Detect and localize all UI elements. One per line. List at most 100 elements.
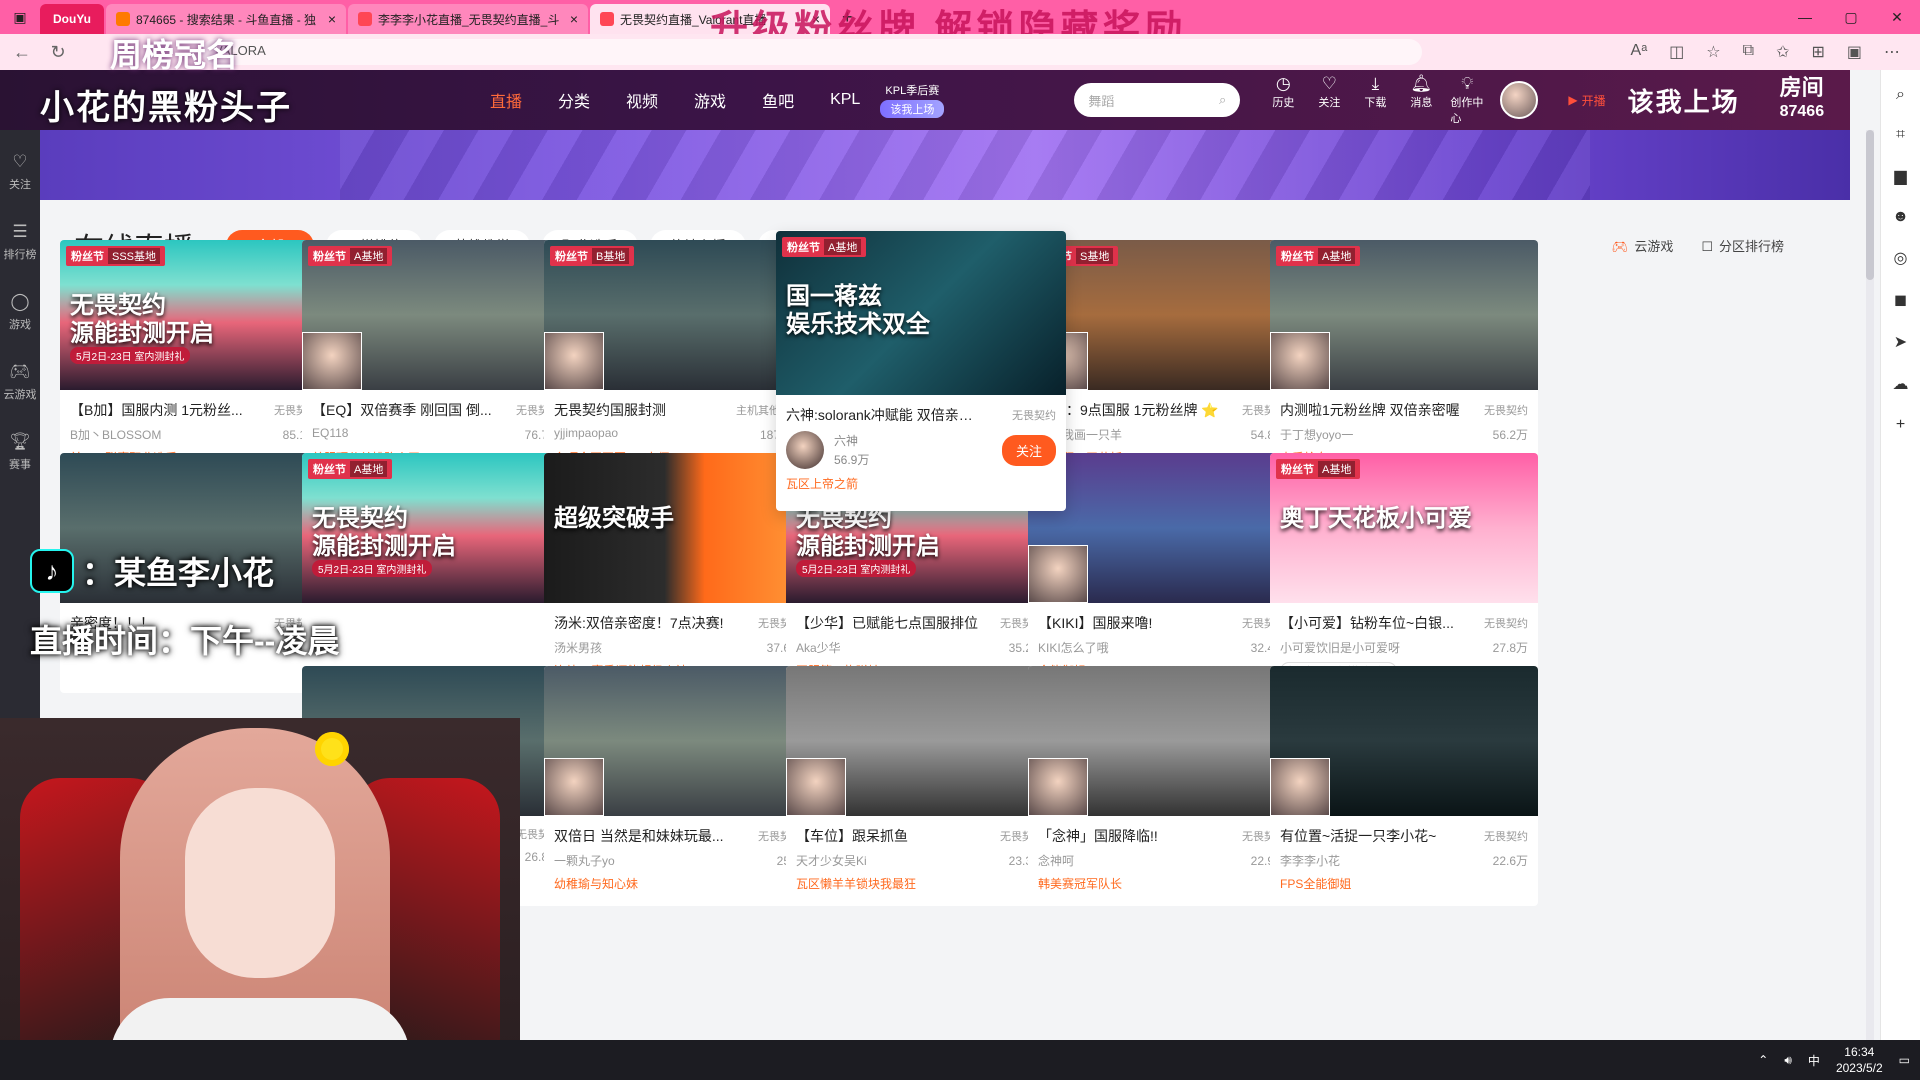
sidebar-item-games[interactable]: ◯ 游戏 [9, 292, 31, 332]
stream-card[interactable]: 【车位】跟呆抓鱼 无畏契约 天才少女吴Ki 23.3万 瓦区懒羊羊锁块我最狂 [786, 666, 1054, 906]
message-button[interactable]: 🔔︎ 消息 [1404, 74, 1438, 126]
favorites-icon[interactable]: ✩ [1776, 42, 1789, 62]
office-icon[interactable]: ◼ [1894, 290, 1907, 310]
streamer-name[interactable]: 于丁想yoyo一 [1280, 426, 1353, 443]
search-input[interactable]: 舞蹈 ⌕ [1074, 83, 1241, 117]
read-aloud-icon[interactable]: Aᵃ [1631, 42, 1648, 62]
stream-title[interactable]: 汤米:双倍亲密度！7点决赛! [554, 613, 724, 633]
nav-live[interactable]: 直播 [490, 88, 522, 112]
stream-title[interactable]: 【B加】国服内测 1元粉丝... [70, 400, 243, 420]
circle-icon[interactable]: ◎ [1894, 248, 1908, 268]
stream-card[interactable]: 【KIKI】国服来噜!无畏契约KIKI怎么了哦32.4万全能御姐 [1028, 453, 1296, 693]
volume-icon[interactable]: 🔊︎ [1784, 1053, 1792, 1068]
stream-title[interactable]: 六神:solorank冲赋能 双倍亲密! [786, 405, 976, 425]
send-icon[interactable]: ➤ [1894, 332, 1907, 352]
screenshot-icon[interactable]: ▣ [1847, 42, 1862, 62]
tab-douyu[interactable]: DouYu [40, 4, 104, 34]
streamer-name[interactable]: 小可爱饮旧是小可爱呀 [1280, 639, 1400, 656]
streamer-name[interactable]: 天才少女吴Ki [796, 852, 867, 869]
stream-card[interactable]: 有位置~活捉一只李小花~ 无畏契约 李李李小花 22.6万 FPS全能御姐 [1270, 666, 1538, 906]
stream-title[interactable]: 无畏契约国服封测 [554, 400, 666, 420]
cloud-game-link[interactable]: 🎮︎ 云游戏 [1612, 236, 1674, 255]
back-icon[interactable]: ← [10, 42, 34, 63]
close-window-icon[interactable]: ✕ [1874, 0, 1920, 34]
history-button[interactable]: ◷ 历史 [1266, 74, 1300, 126]
url-field[interactable]: VALORA [202, 39, 1422, 65]
sidebar-item-rank[interactable]: ☰ 排行榜 [4, 222, 37, 262]
add-icon[interactable]: + [1896, 416, 1905, 434]
minimize-icon[interactable]: — [1782, 0, 1828, 34]
stream-thumbnail[interactable]: 粉丝节 A基地 国一蒋兹 娱乐技术双全 [776, 231, 1066, 395]
follow-button[interactable]: ♡ 关注 [1312, 74, 1346, 126]
stream-title[interactable]: 「念神」国服降临!! [1038, 826, 1158, 846]
stream-category[interactable]: 无畏契约 [1484, 402, 1528, 418]
clock[interactable]: 16:34 2023/5/2 [1836, 1044, 1883, 1076]
stream-thumbnail[interactable] [786, 666, 1054, 816]
stream-title[interactable]: 【少华】已赋能七点国服排位 [796, 613, 978, 633]
streamer-avatar[interactable] [786, 431, 824, 469]
nav-kpl[interactable]: KPL [830, 91, 860, 109]
refresh-icon[interactable]: ↻ [46, 42, 70, 63]
cloud-icon[interactable]: ☁ [1893, 374, 1909, 394]
streamer-name[interactable]: 李李李小花 [1280, 852, 1340, 869]
close-icon[interactable]: × [570, 11, 578, 27]
stream-title[interactable]: 【车位】跟呆抓鱼 [796, 826, 908, 846]
search-icon[interactable]: ⌕ [1896, 86, 1905, 104]
kpl-promo[interactable]: KPL季后赛 该我上场 [880, 82, 945, 118]
stream-thumbnail[interactable] [1028, 666, 1296, 816]
stream-thumbnail[interactable]: 粉丝节S基地 [1028, 240, 1296, 390]
stream-thumbnail[interactable] [544, 666, 812, 816]
stream-title[interactable]: 【EQ】双倍赛季 刚回国 倒... [312, 400, 492, 420]
sidebar-item-events[interactable]: 🏆︎ 赛事 [9, 432, 31, 472]
close-icon[interactable]: × [328, 11, 336, 27]
nav-category[interactable]: 分类 [558, 88, 590, 112]
streamer-name[interactable]: KIKI怎么了哦 [1038, 639, 1109, 656]
stream-title[interactable]: 内测啦1元粉丝牌 双倍亲密喔 [1280, 400, 1460, 420]
stream-thumbnail[interactable]: 粉丝节 A基地 [1270, 240, 1538, 390]
stream-title[interactable]: 【小可爱】钻粉车位~白银... [1280, 613, 1454, 633]
stream-card[interactable]: 粉丝节 A基地 奥丁天花板小可爱 【小可爱】钻粉车位~白银... 无畏契约 小可爱饮旧是小… [1270, 453, 1538, 693]
tag-icon[interactable]: ⌗ [1896, 126, 1905, 144]
stream-title[interactable]: 双倍日 当然是和妹妹玩最... [554, 826, 724, 846]
stream-card[interactable]: 「念神」国服降临!! 无畏契约 念神呵 22.9万 韩美赛冠军队长 [1028, 666, 1296, 906]
people-icon[interactable]: ☻ [1892, 208, 1909, 226]
notification-icon[interactable]: ▭ [1899, 1053, 1910, 1067]
page-scrollbar[interactable] [1866, 130, 1874, 1040]
stream-card[interactable]: 双倍日 当然是和妹妹玩最...无畏契约一颗丸子yo25万幼稚瑜与知心妹 [544, 666, 812, 906]
stream-card[interactable]: 粉丝节B基地无畏契约国服封测主机其他游戏yjjimpaopao187.8万多项全… [544, 240, 812, 480]
sidebar-item-follow[interactable]: ♡ 关注 [9, 152, 31, 192]
stream-thumbnail[interactable] [1270, 666, 1538, 816]
nav-yuba[interactable]: 鱼吧 [762, 88, 794, 112]
maximize-icon[interactable]: ▢ [1828, 0, 1874, 34]
stream-card[interactable]: 粉丝节 A基地 无畏契约 源能封测开启 5月2日-23日 室内测封礼 [302, 453, 570, 693]
stream-thumbnail[interactable]: 粉丝节 SSS基地 无畏契约 源能封测开启 5月2日-23日 室内测封礼 [60, 240, 328, 390]
stream-thumbnail[interactable]: 超级突破手 [544, 453, 812, 603]
stream-card[interactable]: 粉丝节 A基地 国一蒋兹 娱乐技术双全 六神:solorank冲赋能 双倍亲密! 无畏契… [776, 231, 1066, 511]
stream-card[interactable]: 粉丝节A基地【EQ】双倍赛季 刚回国 倒...无畏契约EQ11876.7万美服顶… [302, 240, 570, 480]
ime-indicator[interactable]: 中 [1808, 1052, 1820, 1069]
tab-stream[interactable]: 李李李小花直播_无畏契约直播_斗 × [348, 4, 588, 34]
streamer-name[interactable]: 一颗丸子yo [554, 852, 615, 869]
stream-title[interactable]: 有位置~活捉一只李小花~ [1280, 826, 1436, 846]
tray-chevron-icon[interactable]: ⌃ [1758, 1053, 1768, 1067]
stream-thumbnail[interactable]: 粉丝节 B基地 [544, 240, 812, 390]
split-icon[interactable]: ◫ [1669, 42, 1684, 62]
stream-card[interactable]: 超级突破手汤米:双倍亲密度！7点决赛!无畏契约汤米男孩37.6万连续15赛季瓶能… [544, 453, 812, 693]
stream-card[interactable]: 粉丝节A基地内测啦1元粉丝牌 双倍亲密喔无畏契约于丁想yoyo一56.2万水系枪… [1270, 240, 1538, 480]
window-menu-icon[interactable]: ▣ [0, 0, 40, 34]
download-button[interactable]: ⤓ 下载 [1358, 74, 1392, 126]
shopping-icon[interactable]: ▆ [1894, 166, 1906, 186]
streamer-name[interactable]: yjjimpaopao [554, 426, 618, 443]
rank-link[interactable]: ☐ 分区排行榜 [1701, 236, 1784, 255]
stream-category[interactable]: 无畏契约 [1484, 828, 1528, 844]
favorite-add-icon[interactable]: ☆ [1706, 42, 1720, 62]
streamer-name[interactable]: 六神 [834, 432, 992, 449]
stream-title[interactable]: 【KIKI】国服来噜! [1038, 613, 1152, 633]
streamer-name[interactable]: 汤米男孩 [554, 639, 602, 656]
stream-card[interactable]: 粉丝节S基地小羊：9点国服 1元粉丝牌 ⭐无畏契约请给我画一只羊54.8万甜妹瓶… [1028, 240, 1296, 480]
search-icon[interactable]: ⌕ [1219, 92, 1226, 108]
stream-card[interactable]: 粉丝节 SSS基地 无畏契约 源能封测开启 5月2日-23日 室内测封礼【B加】国服内… [60, 240, 328, 480]
streamer-name[interactable]: 念神呵 [1038, 852, 1074, 869]
nav-games[interactable]: 游戏 [694, 88, 726, 112]
stream-thumbnail[interactable]: 粉丝节 A基地 [302, 240, 570, 390]
